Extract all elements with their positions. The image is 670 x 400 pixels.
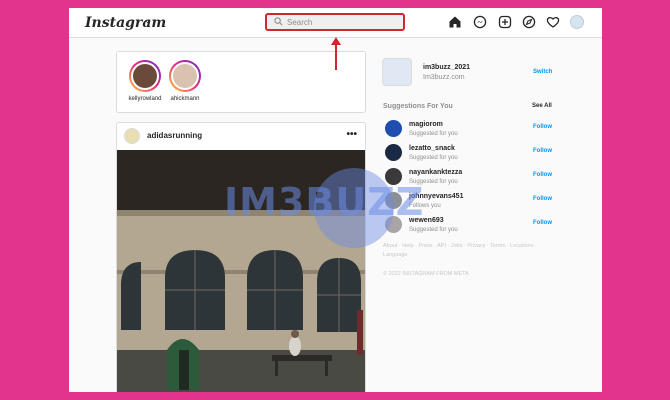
annotation-arrow-head (331, 37, 341, 45)
story-avatar (171, 62, 199, 90)
follow-button[interactable]: Follow (533, 172, 552, 178)
copyright-text: © 2022 INSTAGRAM FROM META (383, 271, 469, 277)
instagram-window: Instagram ⌄ Search kellyrowland ahickman… (69, 8, 602, 392)
suggestion-item: lezatto_snack Suggested for you (385, 144, 555, 164)
watermark-text: IM3BUZZ (224, 180, 425, 224)
search-box[interactable] (265, 13, 405, 31)
suggestion-subtitle: Suggested for you (409, 155, 458, 161)
profile-avatar[interactable] (570, 15, 584, 29)
instagram-logo[interactable]: Instagram (85, 15, 166, 31)
suggestion-item: magiorom Suggested for you (385, 120, 555, 140)
story-avatar-ring (129, 60, 161, 92)
suggestion-username[interactable]: lezatto_snack (409, 145, 455, 152)
more-options-icon[interactable]: ••• (346, 129, 357, 140)
current-user-avatar[interactable] (382, 58, 412, 86)
suggestion-subtitle: Suggested for you (409, 227, 458, 233)
suggestions-title: Suggestions For You (383, 103, 453, 110)
search-icon (274, 17, 283, 26)
chevron-down-icon[interactable]: ⌄ (144, 15, 152, 26)
heart-icon[interactable] (546, 15, 560, 29)
switch-account-button[interactable]: Switch (533, 69, 552, 75)
suggestion-username[interactable]: magiorom (409, 121, 443, 128)
current-user-name: Im3buzz.com (423, 74, 465, 81)
stories-tray: kellyrowland ahickmann (116, 51, 366, 113)
suggestion-username[interactable]: nayankanktezza (409, 169, 462, 176)
new-post-icon[interactable] (498, 15, 512, 29)
story-username: kellyrowland (128, 96, 162, 102)
suggestion-avatar[interactable] (385, 120, 402, 137)
top-navigation-bar: Instagram ⌄ (69, 8, 602, 38)
footer-links[interactable]: About · Help · Press · API · Jobs · Priv… (383, 242, 558, 260)
story-avatar (131, 62, 159, 90)
current-user-username[interactable]: im3buzz_2021 (423, 64, 470, 71)
follow-button[interactable]: Follow (533, 220, 552, 226)
follow-button[interactable]: Follow (533, 148, 552, 154)
feed-post: adidasrunning ••• (116, 122, 366, 392)
see-all-link[interactable]: See All (532, 103, 552, 109)
follow-button[interactable]: Follow (533, 196, 552, 202)
post-author-avatar[interactable] (124, 128, 140, 144)
explore-compass-icon[interactable] (522, 15, 536, 29)
story-item[interactable]: ahickmann (163, 60, 207, 102)
suggestion-subtitle: Suggested for you (409, 131, 458, 137)
suggestion-avatar[interactable] (385, 144, 402, 161)
home-icon[interactable] (448, 15, 462, 29)
story-item[interactable]: kellyrowland (123, 60, 167, 102)
story-username: ahickmann (170, 96, 200, 102)
follow-button[interactable]: Follow (533, 124, 552, 130)
messenger-icon[interactable] (473, 15, 487, 29)
post-author-username[interactable]: adidasrunning (147, 131, 202, 140)
story-avatar-ring (169, 60, 201, 92)
search-input[interactable] (287, 16, 397, 29)
